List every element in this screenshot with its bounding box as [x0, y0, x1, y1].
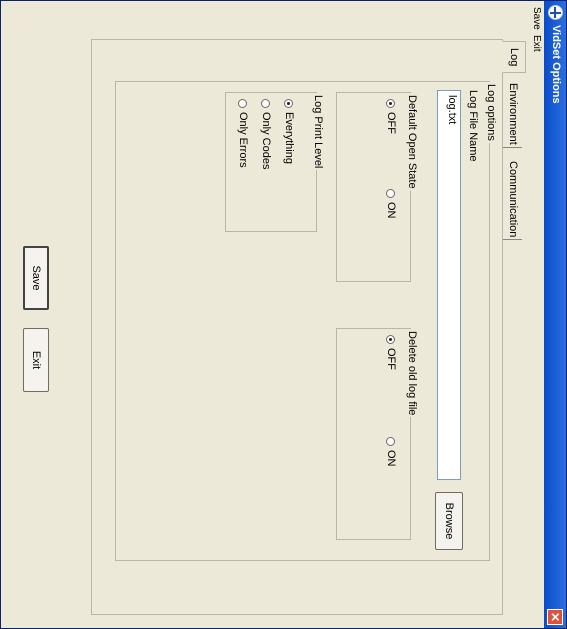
default-open-off-label: OFF — [385, 112, 397, 134]
log-options-label: Log options — [485, 82, 497, 143]
window-title: VidSet Options — [550, 25, 562, 104]
delete-old-log-group: Delete old log file OFF ON — [336, 328, 418, 540]
menu-save[interactable]: Save — [531, 7, 542, 30]
log-options-group: Log options Log File Name log.txt Browse… — [115, 81, 497, 561]
log-file-name-value: log.txt — [446, 95, 458, 125]
delete-old-on-label: ON — [385, 450, 397, 467]
menu-bar: Save Exit — [527, 1, 544, 628]
browse-button[interactable]: Browse — [435, 492, 463, 550]
menu-exit[interactable]: Exit — [531, 35, 542, 52]
radio-icon — [386, 189, 396, 198]
log-tab-panel: Log options Log File Name log.txt Browse… — [91, 39, 503, 615]
default-open-state-label: Default Open State — [406, 93, 418, 191]
default-open-on-radio[interactable]: ON — [384, 189, 398, 219]
close-icon[interactable]: ✕ — [547, 609, 563, 625]
delete-old-on-radio[interactable]: ON — [384, 437, 398, 467]
title-bar: VidSet Options ✕ — [544, 1, 566, 628]
default-open-state-group: Default Open State OFF ON — [336, 92, 418, 282]
save-button[interactable]: Save — [23, 246, 49, 310]
radio-selected-icon — [386, 99, 396, 108]
radio-icon — [386, 437, 396, 446]
delete-old-off-label: OFF — [385, 348, 397, 370]
print-only-errors-radio[interactable]: Only Errors — [236, 99, 250, 168]
tab-communication[interactable]: Communication — [503, 159, 522, 241]
tab-environment[interactable]: Environment — [503, 81, 522, 148]
print-everything-label: Everything — [283, 112, 295, 164]
default-open-off-radio[interactable]: OFF — [384, 99, 398, 134]
log-file-name-label: Log File Name — [467, 90, 479, 162]
print-only-codes-label: Only Codes — [260, 112, 272, 170]
print-everything-radio[interactable]: Everything — [282, 99, 296, 164]
log-file-name-input[interactable]: log.txt — [437, 90, 461, 480]
exit-button[interactable]: Exit — [23, 328, 49, 392]
radio-icon — [261, 99, 271, 108]
log-print-level-label: Log Print Level — [312, 93, 324, 171]
app-icon — [548, 5, 563, 20]
radio-selected-icon — [386, 335, 396, 344]
log-print-level-group: Log Print Level Everything Only Codes On… — [225, 92, 324, 232]
delete-old-off-radio[interactable]: OFF — [384, 335, 398, 370]
print-only-codes-radio[interactable]: Only Codes — [259, 99, 273, 169]
delete-old-log-label: Delete old log file — [406, 329, 418, 418]
options-window: VidSet Options ✕ Save Exit Log Environme… — [0, 0, 567, 629]
radio-icon — [238, 99, 248, 108]
tab-log[interactable]: Log — [502, 41, 526, 74]
default-open-on-label: ON — [385, 202, 397, 219]
print-only-errors-label: Only Errors — [237, 112, 249, 168]
radio-selected-icon — [284, 99, 294, 108]
